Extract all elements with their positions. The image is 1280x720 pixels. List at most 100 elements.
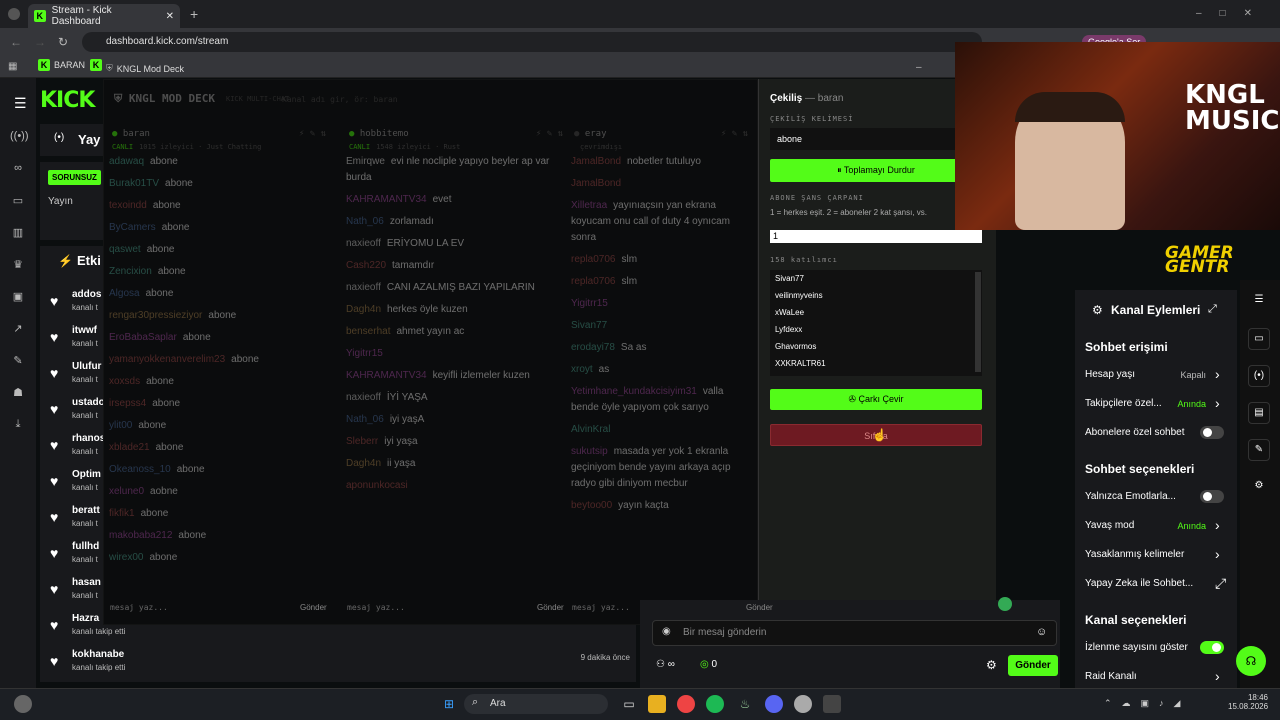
chat-message[interactable]: KAHRAMANTV34 keyifli izlemeler kuzen [341, 365, 571, 387]
chat-username[interactable]: Dagh4n [346, 458, 381, 469]
stream-icon[interactable]: (•) [1248, 365, 1270, 387]
task-view-icon[interactable]: ▭ [620, 695, 638, 713]
participant-item[interactable]: xWaLee [770, 304, 982, 321]
chat-message[interactable]: xblade21 abone [104, 437, 334, 459]
participant-item[interactable]: Sivan77 [770, 270, 982, 287]
chat-username[interactable]: Sivan77 [571, 320, 607, 331]
chat-username[interactable]: Sleberr [346, 436, 378, 447]
analytics-icon[interactable]: ▥ [10, 226, 26, 242]
chat-username[interactable]: Cash220 [346, 260, 386, 271]
participant-item[interactable]: Ghavormos [770, 338, 982, 355]
deck-message-input[interactable]: mesaj yaz... [110, 603, 260, 623]
participant-item[interactable]: XXKRALTR61 [770, 355, 982, 372]
chat-message[interactable]: erodayi78 Sa as [566, 337, 756, 359]
multiplier-input[interactable]: 1 [770, 230, 982, 243]
chat-message[interactable]: ylit00 abone [104, 415, 334, 437]
chat-username[interactable]: Xilletraa [571, 200, 607, 211]
chat-username[interactable]: naxieoff [346, 282, 381, 293]
chat-username[interactable]: xelune0 [109, 486, 144, 497]
chat-message[interactable]: makobaba212 abone [104, 525, 334, 547]
chat-message[interactable]: Dagh4n ii yaşa [341, 453, 571, 475]
chat-message[interactable]: Xilletraa yayınıaçsın yan ekrana koyucam … [566, 195, 756, 249]
chat-message[interactable]: JamalBond nobetler tutuluyo [566, 151, 756, 173]
deck-send-button[interactable]: Gönder [537, 603, 564, 612]
chat-mode-icon[interactable]: ◉ [662, 626, 671, 637]
chat-username[interactable]: irsepss4 [109, 398, 146, 409]
chat-message[interactable]: qaswet abone [104, 239, 334, 261]
chat-username[interactable]: Zencixion [109, 266, 152, 277]
explorer-icon[interactable] [648, 695, 666, 713]
chat-username[interactable]: rengar30pressieziyor [109, 310, 202, 321]
chat-message[interactable]: rengar30pressieziyor abone [104, 305, 334, 327]
panel-option-label[interactable]: İzlenme sayısını göster [1085, 642, 1188, 653]
pin-icon[interactable]: ⚡ ✎ ⇅ [721, 129, 748, 139]
chat-message[interactable]: EroBabaSaplar abone [104, 327, 334, 349]
apps-grid-icon[interactable]: ▦ [8, 61, 17, 72]
chat-message[interactable]: Sivan77 [566, 315, 756, 337]
participant-item[interactable]: Lyfdexx [770, 321, 982, 338]
stop-collecting-button[interactable]: ⏸ Toplamayı Durdur [770, 159, 982, 182]
chart-icon[interactable]: ↗ [10, 322, 26, 338]
chat-username[interactable]: Yigitrr15 [346, 348, 383, 359]
keyword-input[interactable]: abone [770, 128, 982, 150]
chat-message[interactable]: repla0706 slm [566, 271, 756, 293]
chat-message[interactable]: Dagh4n herkes öyle kuzen [341, 299, 571, 321]
deck-message-input[interactable]: mesaj yaz... [347, 603, 497, 623]
window-icon[interactable]: ▭ [10, 194, 26, 210]
weather-icon[interactable] [14, 695, 32, 713]
deck-send-button[interactable]: Gönder [746, 603, 773, 612]
menu-icon[interactable]: ☰ [14, 95, 27, 112]
participant-scrollbar[interactable] [975, 272, 981, 372]
chat-input[interactable]: Bir mesaj gönderin [652, 620, 1057, 646]
send-button[interactable]: Gönder [1008, 655, 1058, 676]
chat-message[interactable]: Cash220 tamamdır [341, 255, 571, 277]
follow-item[interactable]: ♥ kokhanabe kanalı takip etti 9 dakika önce [50, 649, 630, 683]
chat-username[interactable]: Nath_06 [346, 414, 384, 425]
chat-message[interactable]: benserhat ahmet yayın ac [341, 321, 571, 343]
chat-username[interactable]: xblade21 [109, 442, 150, 453]
chat-message[interactable]: xroyt as [566, 359, 756, 381]
chat-username[interactable]: Emirqwe [346, 156, 385, 167]
bookmark-mod-deck[interactable]: K [90, 59, 102, 71]
chat-username[interactable]: xroyt [571, 364, 593, 375]
chat-username[interactable]: Nath_06 [346, 216, 384, 227]
chat-username[interactable]: yamanyokkenanverelim23 [109, 354, 225, 365]
chat-username[interactable]: JamalBond [571, 156, 621, 167]
chat-message[interactable]: fikfik1 abone [104, 503, 334, 525]
chat-username[interactable]: Okeanoss_10 [109, 464, 171, 475]
mod-deck-app-icon[interactable] [823, 695, 841, 713]
chat-username[interactable]: fikfik1 [109, 508, 135, 519]
channel-search-input[interactable]: Kanal adı gir, ör: baran [282, 92, 482, 108]
participant-list[interactable]: Sivan77 veilinmyveins xWaLee Lyfdexx Ghavorm… [770, 270, 982, 376]
chat-message[interactable]: KAHRAMANTV34 evet [341, 189, 571, 211]
chat-username[interactable]: naxieoff [346, 238, 381, 249]
back-icon[interactable]: ← [10, 35, 22, 49]
chat-message[interactable]: ByCamers abone [104, 217, 334, 239]
chrome-icon[interactable] [677, 695, 695, 713]
chat-username[interactable]: Burak01TV [109, 178, 159, 189]
chat-message[interactable]: Yigitrr15 [566, 293, 756, 315]
support-icon[interactable]: ☊ [1236, 646, 1266, 676]
list-icon[interactable]: ☰ [1248, 290, 1270, 312]
chat-message[interactable]: aponunkocasi [341, 475, 571, 497]
chat-message[interactable]: adawaq abone [104, 151, 334, 173]
deck-send-button[interactable]: Gönder [300, 603, 327, 612]
spin-wheel-button[interactable]: ✇ Çarkı Çevir [770, 389, 982, 410]
stream-icon[interactable]: ((•)) [10, 130, 29, 146]
wrench-icon[interactable]: ✎ [10, 354, 26, 370]
emoji-icon[interactable]: ☺ [1036, 626, 1047, 638]
chat-username[interactable]: texoindd [109, 200, 147, 211]
chat-username[interactable]: Yigitrr15 [571, 298, 608, 309]
chat-username[interactable]: aponunkocasi [346, 480, 408, 491]
chat-settings-icon[interactable]: ⚙ [986, 658, 997, 672]
chat-message[interactable]: naxieoff İYİ YAŞA [341, 387, 571, 409]
chat-username[interactable]: Algosa [109, 288, 140, 299]
chat-username[interactable]: adawaq [109, 156, 144, 167]
window-controls[interactable]: –□✕ [1196, 8, 1270, 19]
link-icon[interactable]: ∞ [10, 162, 26, 178]
chat-message[interactable]: naxieoff ERİYOMU LA EV [341, 233, 571, 255]
chat-message[interactable]: Nath_06 iyi yaşA [341, 409, 571, 431]
chat-username[interactable]: xoxsds [109, 376, 140, 387]
reload-icon[interactable]: ↻ [58, 35, 68, 49]
chat-username[interactable]: benserhat [346, 326, 390, 337]
